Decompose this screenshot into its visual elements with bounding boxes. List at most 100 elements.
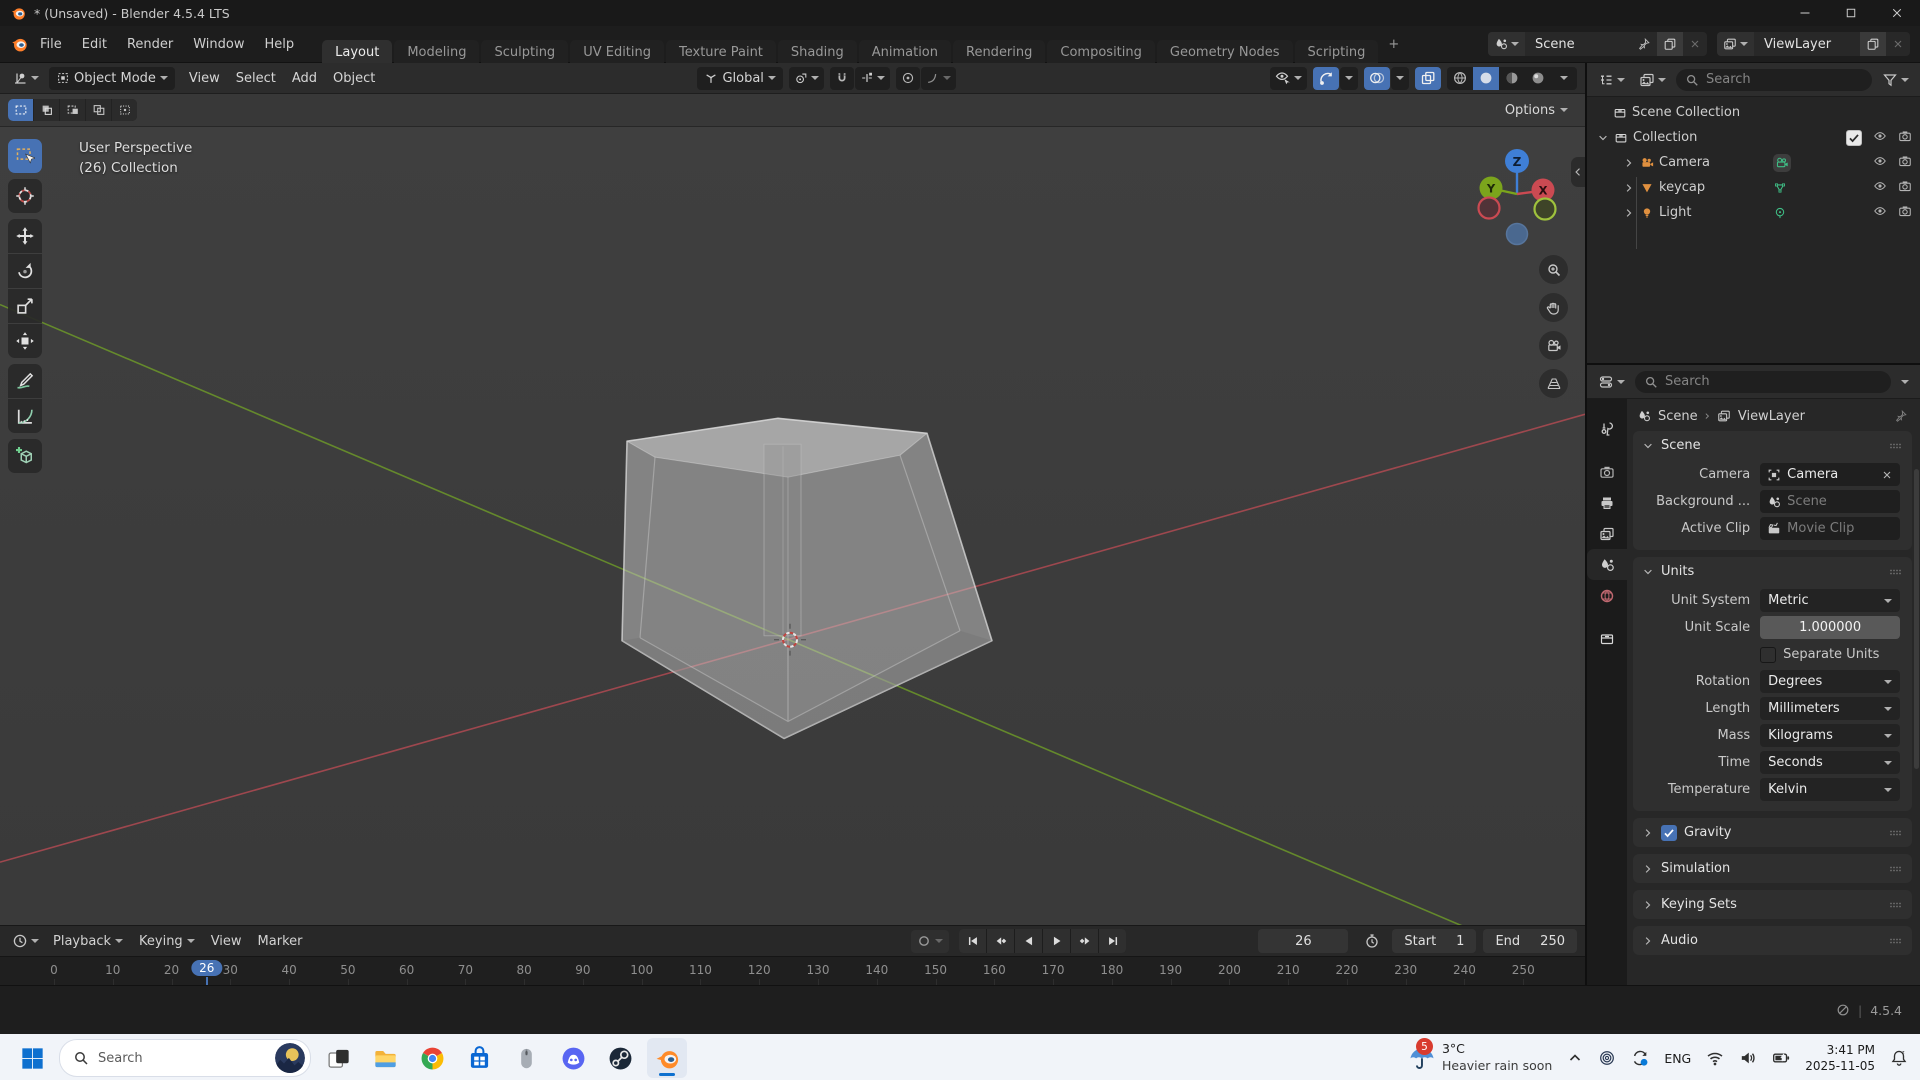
weather-widget[interactable]: 5 3°C Heavier rain soon <box>1408 1041 1552 1075</box>
sidebar-collapse-button[interactable] <box>1571 157 1585 187</box>
navigation-gizmo[interactable]: Z Y X <box>1467 139 1567 251</box>
discord-taskbar-button[interactable] <box>553 1038 593 1078</box>
new-scene-icon[interactable] <box>1663 37 1677 51</box>
mode-selector[interactable]: Object Mode <box>49 67 175 90</box>
tab-geometry-nodes[interactable]: Geometry Nodes <box>1157 40 1293 65</box>
properties-options-button[interactable] <box>1897 378 1913 386</box>
play-button[interactable] <box>1043 929 1070 953</box>
battery-icon[interactable] <box>1772 1049 1790 1067</box>
viewport-menu-object[interactable]: Object <box>325 71 383 86</box>
jump-first-button[interactable] <box>959 929 986 953</box>
measure-tool-button[interactable] <box>8 399 42 433</box>
grid-button[interactable] <box>1539 369 1568 398</box>
auto-keying-button[interactable] <box>911 930 949 953</box>
shading-rendered-button[interactable] <box>1525 67 1551 90</box>
viewport-menu-add[interactable]: Add <box>284 71 325 86</box>
playhead[interactable] <box>206 977 208 985</box>
steam-taskbar-button[interactable] <box>600 1038 640 1078</box>
simulation-panel-header[interactable]: Simulation <box>1633 854 1912 883</box>
tab-compositing[interactable]: Compositing <box>1047 40 1155 65</box>
show-gizmo-toggle[interactable] <box>1313 67 1339 90</box>
outliner-row-keycap[interactable]: keycap <box>1587 175 1920 200</box>
notifications-button[interactable]: z <box>1890 1049 1908 1067</box>
volume-icon[interactable] <box>1739 1049 1757 1067</box>
start-button[interactable] <box>12 1038 52 1078</box>
tab-shading[interactable]: Shading <box>778 40 857 65</box>
earbuds-icon[interactable] <box>1598 1049 1616 1067</box>
use-preview-range-button[interactable] <box>1360 931 1384 951</box>
move-tool-button[interactable] <box>8 219 42 253</box>
properties-tab-tool[interactable] <box>1587 413 1627 444</box>
length-dropdown[interactable]: Millimeters <box>1760 697 1900 720</box>
hide-in-viewport-toggle[interactable] <box>1873 204 1887 222</box>
close-button[interactable] <box>1874 0 1920 26</box>
properties-search-input[interactable]: Search <box>1635 371 1891 393</box>
transform-tool-button[interactable] <box>8 324 42 358</box>
background-field[interactable]: Scene <box>1760 490 1900 513</box>
separate-units-checkbox[interactable] <box>1760 647 1776 663</box>
shading-dropdown[interactable] <box>1551 67 1577 90</box>
minimize-button[interactable] <box>1782 0 1828 26</box>
hide-in-viewport-toggle[interactable] <box>1873 179 1887 197</box>
3d-viewport[interactable]: User Perspective (26) Collection Z Y X <box>0 127 1585 925</box>
properties-tab-collection[interactable] <box>1587 623 1627 654</box>
taskbar-search-input[interactable]: Search <box>59 1039 311 1077</box>
menu-help[interactable]: Help <box>255 33 305 56</box>
keying-sets-panel-header[interactable]: Keying Sets <box>1633 890 1912 919</box>
properties-editor-type-button[interactable] <box>1594 372 1629 392</box>
hand-button[interactable] <box>1539 293 1568 322</box>
gizmo-dropdown[interactable] <box>1340 67 1358 90</box>
shading-solid-button[interactable] <box>1473 67 1499 90</box>
overlays-dropdown[interactable] <box>1391 67 1409 90</box>
menu-window[interactable]: Window <box>183 33 254 56</box>
audio-panel-header[interactable]: Audio <box>1633 926 1912 955</box>
scale-tool-button[interactable] <box>8 289 42 323</box>
chrome-taskbar-button[interactable] <box>412 1038 452 1078</box>
grip-icon[interactable] <box>1887 564 1903 580</box>
add-workspace-button[interactable]: + <box>1380 32 1407 57</box>
outliner-search-input[interactable]: Search <box>1676 69 1872 91</box>
grip-icon[interactable] <box>1887 825 1903 841</box>
gravity-checkbox[interactable] <box>1661 825 1677 841</box>
blender-menu-icon[interactable] <box>10 35 28 53</box>
grip-icon[interactable] <box>1887 438 1903 454</box>
hide-in-viewport-toggle[interactable] <box>1873 154 1887 172</box>
snap-settings[interactable] <box>855 67 890 90</box>
options-button[interactable]: Options <box>1496 100 1577 121</box>
snap-toggle[interactable] <box>830 67 854 90</box>
select-mode-3-button[interactable] <box>60 99 85 121</box>
active-clip-field[interactable]: Movie Clip <box>1760 517 1900 540</box>
scene-selector[interactable]: Scene <box>1488 32 1707 56</box>
editor-type-button[interactable] <box>8 68 43 88</box>
viewlayer-name[interactable]: ViewLayer <box>1754 32 1860 56</box>
menu-render[interactable]: Render <box>117 33 183 56</box>
select-box-tool-button[interactable] <box>8 139 42 173</box>
hide-in-viewport-toggle[interactable] <box>1873 129 1887 147</box>
outliner-row-scene-collection[interactable]: Scene Collection <box>1587 100 1920 125</box>
maximize-button[interactable] <box>1828 0 1874 26</box>
outliner-filter-button[interactable] <box>1878 70 1913 90</box>
select-mode-2-button[interactable] <box>34 99 59 121</box>
breadcrumb-scene[interactable]: Scene <box>1658 409 1698 424</box>
zoom-button[interactable] <box>1539 255 1568 284</box>
tab-uv-editing[interactable]: UV Editing <box>570 40 664 65</box>
blender-taskbar-button[interactable] <box>647 1038 687 1078</box>
rotate-tool-button[interactable] <box>8 254 42 288</box>
disable-in-renders-toggle[interactable] <box>1898 154 1912 172</box>
menu-file[interactable]: File <box>30 33 72 56</box>
select-mode-4-button[interactable] <box>86 99 111 121</box>
unit-system-dropdown[interactable]: Metric <box>1760 589 1900 612</box>
disable-in-renders-toggle[interactable] <box>1898 179 1912 197</box>
current-frame-indicator[interactable]: 26 <box>191 960 222 976</box>
pivot-point-selector[interactable] <box>789 67 824 90</box>
properties-tab-output[interactable] <box>1587 487 1627 518</box>
visibility-dropdown[interactable] <box>1270 67 1307 90</box>
outliner-row-light[interactable]: Light <box>1587 200 1920 225</box>
properties-tab-world[interactable] <box>1587 580 1627 611</box>
tab-rendering[interactable]: Rendering <box>953 40 1045 65</box>
rotation-dropdown[interactable]: Degrees <box>1760 670 1900 693</box>
scene-name[interactable]: Scene <box>1525 32 1631 56</box>
proportional-falloff[interactable] <box>921 67 956 90</box>
play-reverse-button[interactable] <box>1015 929 1042 953</box>
show-overlays-toggle[interactable] <box>1364 67 1390 90</box>
